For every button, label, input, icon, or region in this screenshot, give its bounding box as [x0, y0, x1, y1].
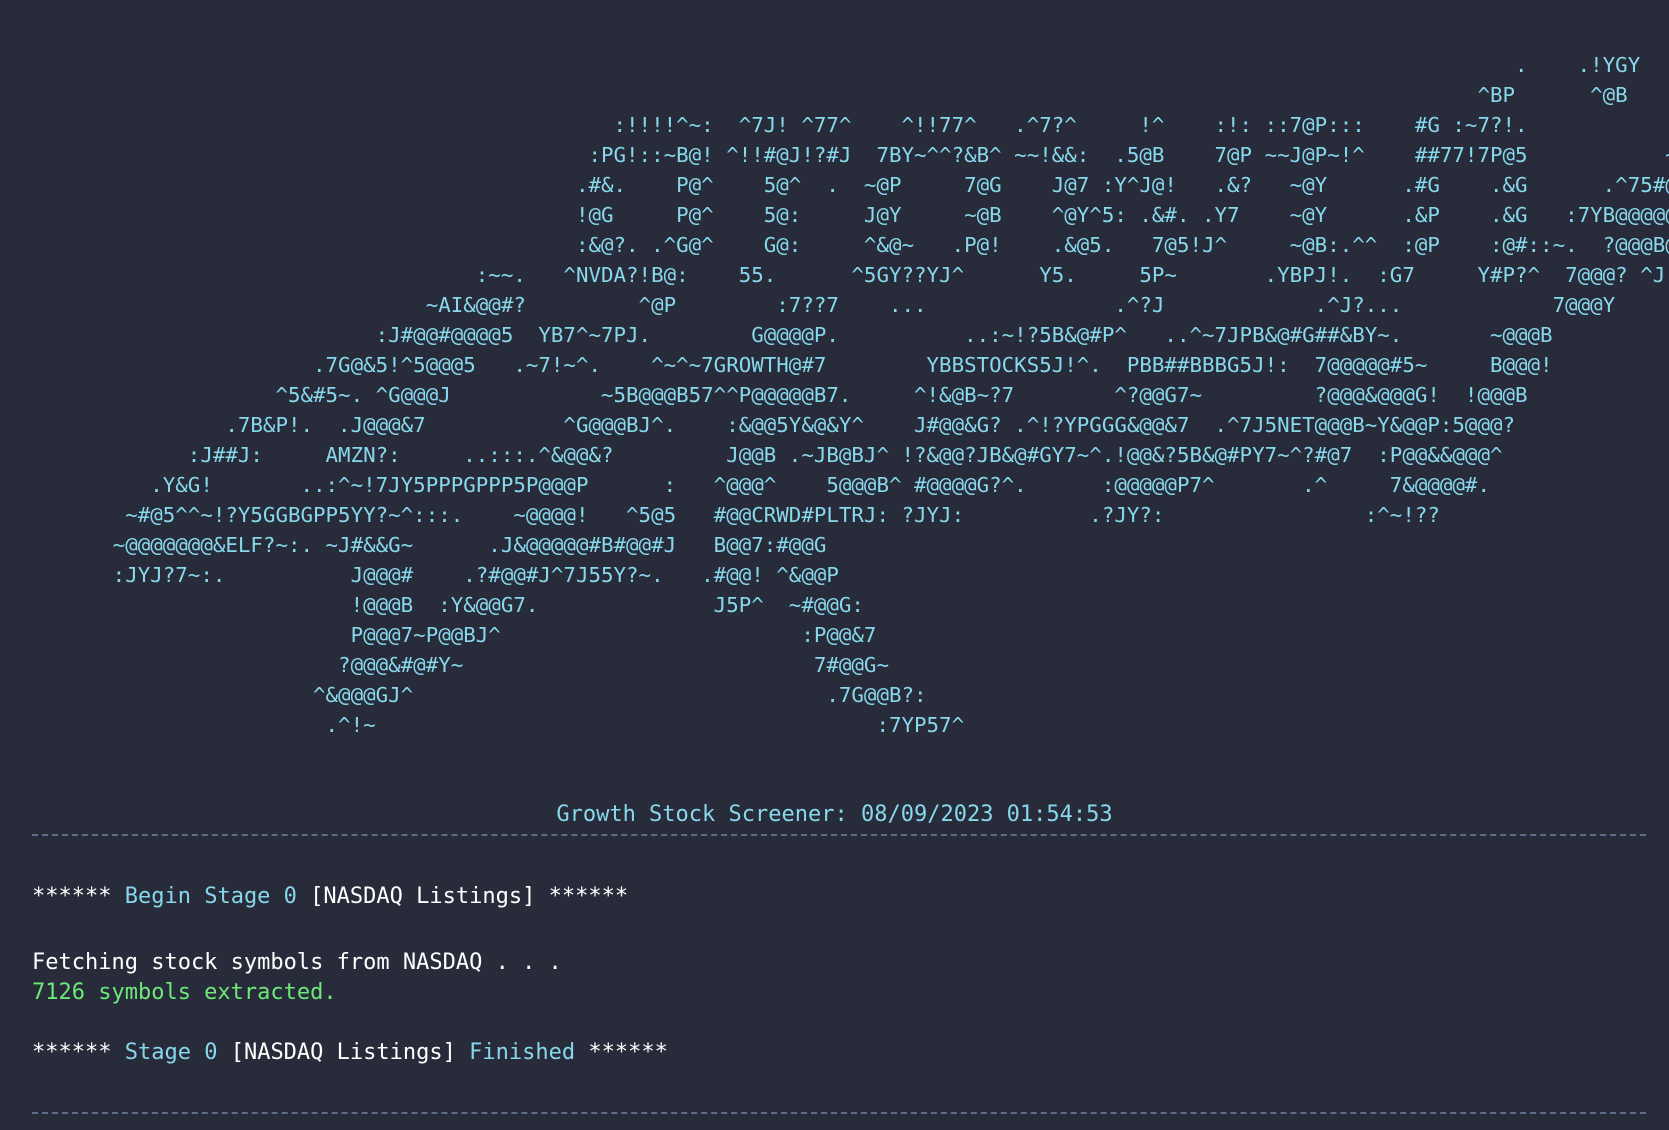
ascii-art-line: ~AI&@@#? ^@P :7??7 ... .^?J .^J?... 7@@@… — [0, 293, 1616, 317]
stars-left: ****** — [32, 1040, 112, 1065]
stage0-begin-line: ****** Begin Stage 0 [NASDAQ Listings] *… — [32, 882, 628, 912]
ascii-art-line: ^&@@@GJ^ .7G@@B?: — [0, 683, 927, 707]
ascii-art-line: :!!!!^~: ^7J! ^77^ ^!!77^ .^7?^ !^ :!: :… — [0, 113, 1528, 137]
stage0-finish-line: ****** Stage 0 [NASDAQ Listings] Finishe… — [32, 1038, 668, 1068]
screener-title: Growth Stock Screener: 08/09/2023 01:54:… — [556, 802, 1113, 827]
stage-begin-label: Begin Stage 0 — [124, 884, 297, 909]
ascii-art-line: !@G P@^ 5@: J@Y ~@B ^@Y^5: .&#. .Y7 ~@Y … — [0, 203, 1669, 227]
ascii-art-line: ?@@@&#@#Y~ 7#@@G~ — [0, 653, 889, 677]
fetching-status: Fetching stock symbols from NASDAQ . . . — [32, 950, 562, 975]
ascii-art-line: :J#@@#@@@@5 YB7^~7PJ. G@@@@P. ..:~!?5B&@… — [0, 323, 1553, 347]
ascii-art-line: .7B&P!. .J@@@&7 ^G@@@BJ^. :&@@5Y&@&Y^ J#… — [0, 413, 1516, 437]
stage-name-bracket: [NASDAQ Listings] — [310, 884, 536, 909]
ascii-art-line: :~~. ^NVDA?!B@: 55. ^5GY??YJ^ Y5. 5P~ .Y… — [0, 263, 1669, 287]
stage-name-bracket: [NASDAQ Listings] — [230, 1040, 456, 1065]
ascii-art-line: !@@@B :Y&@@G7. J5P^ ~#@@G: — [0, 593, 864, 617]
ascii-art-line: .^!~ :7YP57^ — [0, 713, 965, 737]
ascii-art-line: ^BP ^@B — [0, 83, 1628, 107]
stage-label: Stage 0 — [124, 1040, 218, 1065]
divider-bottom — [32, 1112, 1646, 1114]
ascii-art-banner: . .!YGY ^BP ^@B :!!!!^~: ^7J! ^77^ ^!!77… — [0, 50, 1669, 740]
divider-top — [32, 834, 1646, 836]
ascii-art-line: .Y&G! ..:^~!7JY5PPPGPPP5P@@@P : ^@@@^ 5@… — [0, 473, 1490, 497]
ascii-art-line: :J##J: AMZN?: ..:::.^&@@&? J@@B .~JB@BJ^… — [0, 443, 1503, 467]
ascii-art-line: :PG!::~B@! ^!!#@J!?#J 7BY~^^?&B^ ~~!&&: … — [0, 143, 1669, 167]
ascii-art-line: :&@?. .^G@^ G@: ^&@~ .P@! .&@5. 7@5!J^ ~… — [0, 233, 1669, 257]
ascii-art-line: . .!YGY — [0, 53, 1641, 77]
ascii-art-line: ~@@@@@@@&ELF?~:. ~J#&&G~ .J&@@@@@#B#@@#J… — [0, 533, 827, 557]
symbols-extracted-status: 7126 symbols extracted. — [32, 980, 337, 1005]
ascii-art-line: P@@@7~P@@BJ^ :P@@&7 — [0, 623, 877, 647]
finished-label: Finished — [469, 1040, 576, 1065]
ascii-art-line: ^5&#5~. ^G@@@J ~5B@@@B57^^P@@@@@B7. ^!&@… — [0, 383, 1528, 407]
terminal-window[interactable]: . .!YGY ^BP ^@B :!!!!^~: ^7J! ^77^ ^!!77… — [0, 0, 1669, 1130]
stars-right: ****** — [548, 884, 629, 909]
stars-left: ****** — [32, 884, 112, 909]
ascii-art-line: .#&. P@^ 5@^ . ~@P 7@G J@7 :Y^J@! .&? ~@… — [0, 173, 1669, 197]
ascii-art-line: :JYJ?7~:. J@@@# .?#@@#J^7J55Y?~. .#@@! ^… — [0, 563, 839, 587]
ascii-art-line: ~#@5^^~!?Y5GGBGPP5YY?~^:::. ~@@@@! ^5@5 … — [0, 503, 1440, 527]
stars-right: ****** — [588, 1040, 668, 1065]
ascii-art-line: .7G@&5!^5@@@5 .~7!~^. ^~^~7GROWTH@#7 YBB… — [0, 353, 1553, 377]
